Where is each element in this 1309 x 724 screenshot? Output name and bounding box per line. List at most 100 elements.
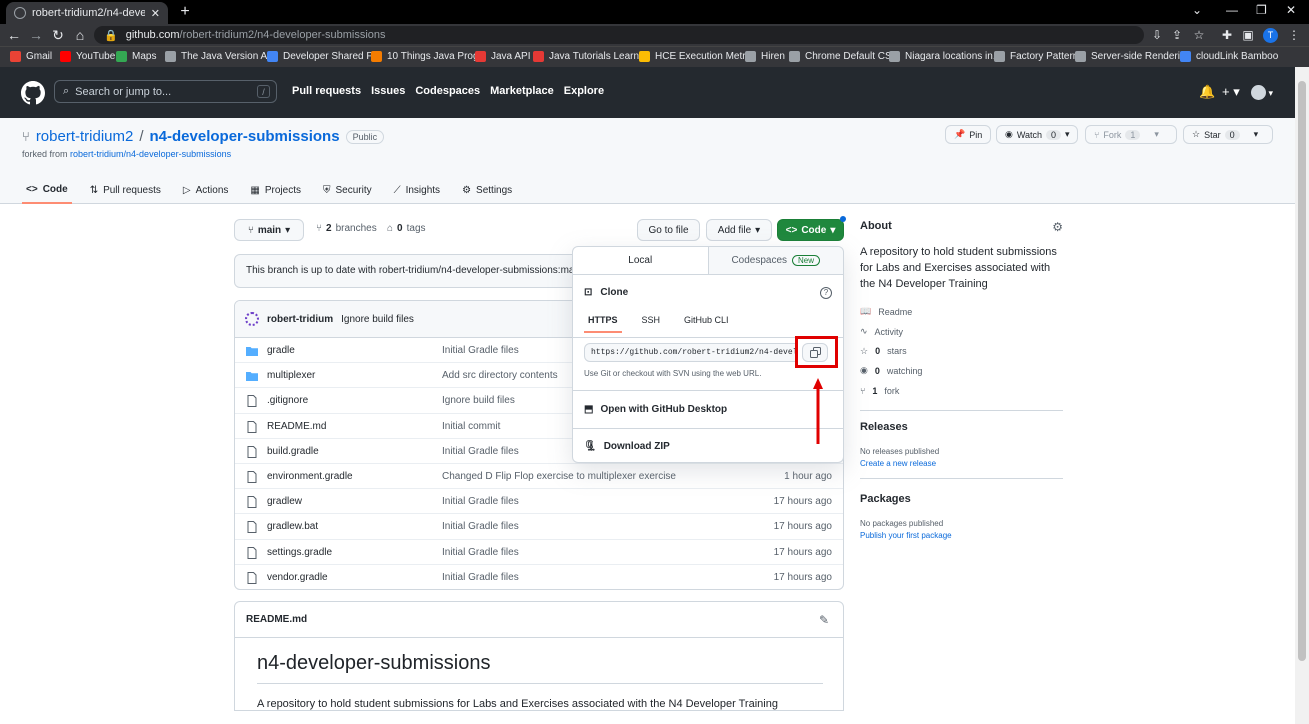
file-commit-message[interactable]: Changed D Flip Flop exercise to multiple… <box>442 471 676 482</box>
create-new-button[interactable]: + ▾ <box>1222 84 1240 100</box>
protocol-github-cli[interactable]: GitHub CLI <box>680 315 733 333</box>
stars-link[interactable]: ☆ 0 stars <box>860 341 1063 361</box>
file-commit-message[interactable]: Initial Gradle files <box>442 547 519 558</box>
tab-code[interactable]: <> Code <box>22 176 72 204</box>
bookmark-item[interactable]: Java Tutorials Learn... <box>533 51 647 62</box>
watching-link[interactable]: ◉ 0 watching <box>860 361 1063 381</box>
file-name-link[interactable]: .gitignore <box>267 395 308 406</box>
protocol-https[interactable]: HTTPS <box>584 315 622 333</box>
tab-search-icon[interactable]: ⌄ <box>1192 3 1202 17</box>
close-tab-icon[interactable]: ✕ <box>151 7 160 20</box>
bookmark-item[interactable]: HCE Execution Metr... <box>639 51 753 62</box>
file-name-link[interactable]: environment.gradle <box>267 471 353 482</box>
bookmark-item[interactable]: Server-side Renderi... <box>1075 51 1188 62</box>
bookmark-item[interactable]: Chrome Default CSS <box>789 51 898 62</box>
clone-url-input[interactable]: https://github.com/robert-tridium2/n4-de… <box>584 343 796 362</box>
nav-explore[interactable]: Explore <box>564 85 604 97</box>
close-window-button[interactable]: ✕ <box>1286 3 1296 17</box>
activity-link[interactable]: ∿ Activity <box>860 322 1063 342</box>
bookmark-item[interactable]: Gmail <box>10 51 52 62</box>
forked-from-link[interactable]: robert-tridium/n4-developer-submissions <box>70 149 231 159</box>
help-question-icon[interactable]: ? <box>820 287 832 299</box>
new-tab-button[interactable]: + <box>176 3 194 21</box>
bookmark-item[interactable]: Java API <box>475 51 530 62</box>
go-to-file-button[interactable]: Go to file <box>637 219 700 241</box>
profile-avatar[interactable]: T <box>1263 28 1278 43</box>
forward-button[interactable]: → <box>28 27 44 43</box>
file-commit-message[interactable]: Ignore build files <box>442 395 515 406</box>
minimize-button[interactable]: — <box>1226 3 1238 17</box>
tab-settings[interactable]: ⚙ Settings <box>458 176 516 204</box>
bookmark-item[interactable]: Maps <box>116 51 156 62</box>
file-name-link[interactable]: gradlew.bat <box>267 521 318 532</box>
bookmark-star-icon[interactable]: ☆ <box>1192 28 1206 42</box>
file-commit-message[interactable]: Initial commit <box>442 421 500 432</box>
file-commit-message[interactable]: Add src directory contents <box>442 370 558 381</box>
file-name-link[interactable]: README.md <box>267 421 326 432</box>
file-name-link[interactable]: gradle <box>267 345 295 356</box>
file-commit-message[interactable]: Initial Gradle files <box>442 496 519 507</box>
back-button[interactable]: ← <box>6 27 22 43</box>
tab-security[interactable]: ⛨ Security <box>319 176 376 204</box>
edit-pencil-icon[interactable]: ✎ <box>819 613 829 627</box>
bookmark-item[interactable]: Hiren <box>745 51 785 62</box>
commit-author[interactable]: robert-tridium <box>267 314 333 325</box>
commit-message[interactable]: Ignore build files <box>341 314 414 325</box>
branch-selector[interactable]: ⑂ main ▾ <box>234 219 304 241</box>
search-input[interactable]: ⌕ Search or jump to... / <box>54 80 277 103</box>
bookmark-item[interactable]: Developer Shared F... <box>267 51 380 62</box>
branches-link[interactable]: ⑂ 2 branches <box>316 223 377 234</box>
bookmark-item[interactable]: The Java Version Al... <box>165 51 278 62</box>
share-icon[interactable]: ⇪ <box>1170 28 1184 42</box>
forks-link[interactable]: ⑂ 1 fork <box>860 381 1063 401</box>
nav-marketplace[interactable]: Marketplace <box>490 85 554 97</box>
tags-link[interactable]: ⌂ 0 tags <box>387 223 426 234</box>
watch-button[interactable]: ◉ Watch 0 ▾ <box>996 125 1078 144</box>
tab-local[interactable]: Local <box>573 247 708 274</box>
user-avatar-menu[interactable]: ▾ <box>1251 84 1273 101</box>
restore-button[interactable]: ❐ <box>1256 3 1267 17</box>
readme-link[interactable]: 📖 Readme <box>860 302 1063 322</box>
file-name-link[interactable]: multiplexer <box>267 370 315 381</box>
add-file-button[interactable]: Add file ▾ <box>706 219 772 241</box>
bookmark-item[interactable]: 10 Things Java Prog... <box>371 51 487 62</box>
code-button[interactable]: <> Code ▾ <box>777 219 844 241</box>
star-button[interactable]: ☆ Star 0 ▾ <box>1183 125 1273 144</box>
nav-codespaces[interactable]: Codespaces <box>415 85 480 97</box>
download-zip-button[interactable]: 🗜 Download ZIP <box>584 441 670 452</box>
browser-tab[interactable]: robert-tridium2/n4-developer-su ✕ <box>6 2 168 24</box>
bookmark-item[interactable]: YouTube <box>60 51 115 62</box>
file-commit-message[interactable]: Initial Gradle files <box>442 572 519 583</box>
file-commit-message[interactable]: Initial Gradle files <box>442 446 519 457</box>
open-desktop-button[interactable]: ⬒ Open with GitHub Desktop <box>584 404 727 415</box>
tab-insights[interactable]: ⟋ Insights <box>390 176 444 204</box>
protocol-ssh[interactable]: SSH <box>638 315 665 333</box>
pin-button[interactable]: 📌 Pin <box>945 125 992 144</box>
side-panel-icon[interactable]: ▣ <box>1241 28 1255 42</box>
file-commit-message[interactable]: Initial Gradle files <box>442 345 519 356</box>
packages-title[interactable]: Packages <box>860 493 1063 505</box>
extensions-icon[interactable]: ✚ <box>1220 28 1234 42</box>
repo-name-link[interactable]: n4-developer-submissions <box>150 128 340 145</box>
file-commit-message[interactable]: Initial Gradle files <box>442 521 519 532</box>
github-logo-icon[interactable] <box>21 81 45 105</box>
releases-title[interactable]: Releases <box>860 421 1063 433</box>
bookmark-item[interactable]: Niagara locations in... <box>889 51 1001 62</box>
reload-button[interactable]: ↻ <box>50 27 66 44</box>
bookmark-item[interactable]: Factory Pattern <box>994 51 1078 62</box>
file-name-link[interactable]: vendor.gradle <box>267 572 328 583</box>
bookmark-item[interactable]: cloudLink Bamboo <box>1180 51 1278 62</box>
page-scrollbar[interactable] <box>1295 67 1309 724</box>
repo-owner-link[interactable]: robert-tridium2 <box>36 128 134 145</box>
file-name-link[interactable]: gradlew <box>267 496 302 507</box>
scrollbar-thumb[interactable] <box>1298 81 1306 661</box>
fork-button[interactable]: ⑂ Fork 1 ▾ <box>1085 125 1177 144</box>
home-button[interactable]: ⌂ <box>72 27 88 43</box>
tab-codespaces[interactable]: Codespaces New <box>707 247 843 274</box>
gear-icon[interactable]: ⚙ <box>1052 220 1063 234</box>
browser-menu-icon[interactable]: ⋮ <box>1287 28 1301 42</box>
install-app-icon[interactable]: ⇩ <box>1150 28 1164 42</box>
create-release-link[interactable]: Create a new release <box>860 459 1063 468</box>
file-name-link[interactable]: build.gradle <box>267 446 319 457</box>
tab-projects[interactable]: ▦ Projects <box>246 176 305 204</box>
